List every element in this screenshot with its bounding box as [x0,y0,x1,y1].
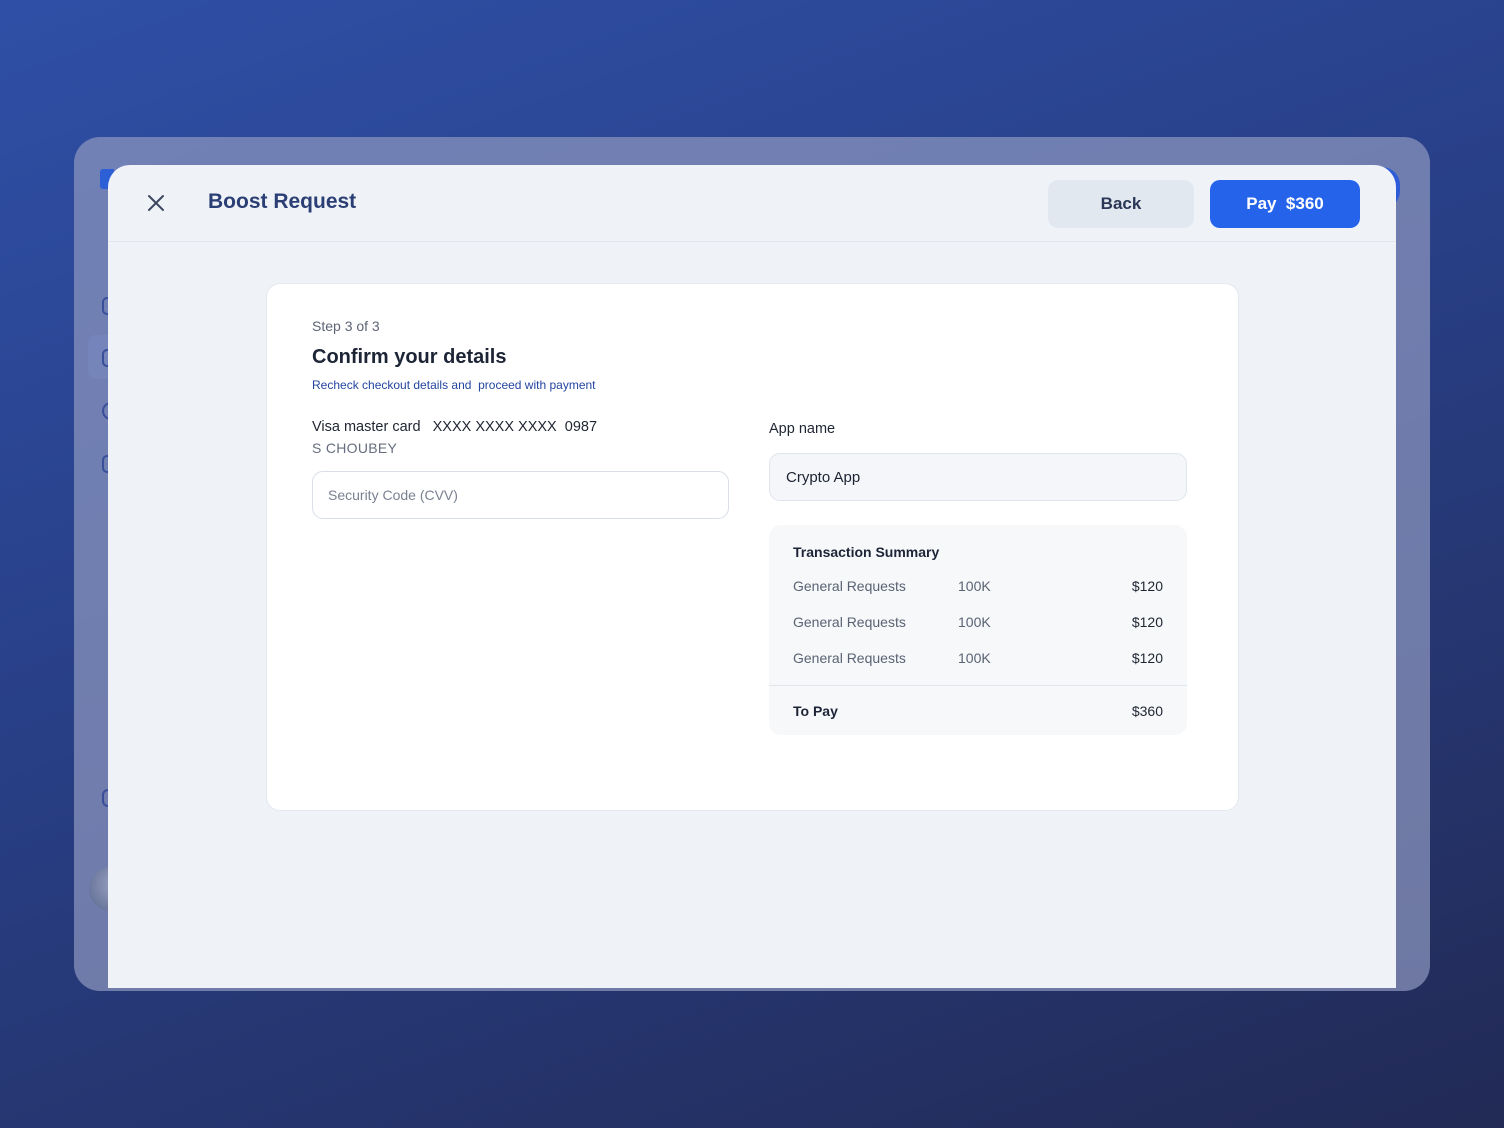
summary-row: General Requests 100K $120 [793,578,1163,598]
modal-title: Boost Request [208,190,357,213]
summary-row: General Requests 100K $120 [793,650,1163,670]
summary-item-name: General Requests [793,578,906,594]
summary-item-name: General Requests [793,614,906,630]
page-title: Confirm your details [312,346,507,368]
modal-header: Boost Request Back Pay $360 [108,165,1396,242]
boost-request-modal: Boost Request Back Pay $360 Step 3 of 3 … [108,165,1396,988]
step-indicator: Step 3 of 3 [312,318,380,334]
total-label: To Pay [793,703,838,719]
confirm-details-card: Step 3 of 3 Confirm your details Recheck… [266,283,1239,811]
app-name-label: App name [769,421,836,437]
summary-title: Transaction Summary [793,544,940,560]
transaction-summary: Transaction Summary General Requests 100… [769,525,1187,735]
summary-item-amount: $120 [1131,650,1163,666]
card-holder-name: S CHOUBEY [312,440,398,456]
summary-divider [769,685,1187,686]
summary-item-quantity: 100K [958,650,991,666]
summary-item-quantity: 100K [958,614,991,630]
summary-item-quantity: 100K [958,578,991,594]
payment-card-number: Visa master card XXXX XXXX XXXX 0987 [312,419,598,435]
pay-button[interactable]: Pay $360 [1210,180,1360,228]
back-button[interactable]: Back [1048,180,1194,228]
cvv-input[interactable] [312,471,729,519]
close-icon[interactable] [144,191,168,215]
summary-item-name: General Requests [793,650,906,666]
app-name-field[interactable] [769,453,1187,501]
page-subtitle: Recheck checkout details and proceed wit… [312,378,596,392]
summary-item-amount: $120 [1131,578,1163,594]
summary-item-amount: $120 [1131,614,1163,630]
pay-button-label: Pay $360 [1246,194,1324,213]
summary-row: General Requests 100K $120 [793,614,1163,634]
total-amount: $360 [1131,703,1163,719]
